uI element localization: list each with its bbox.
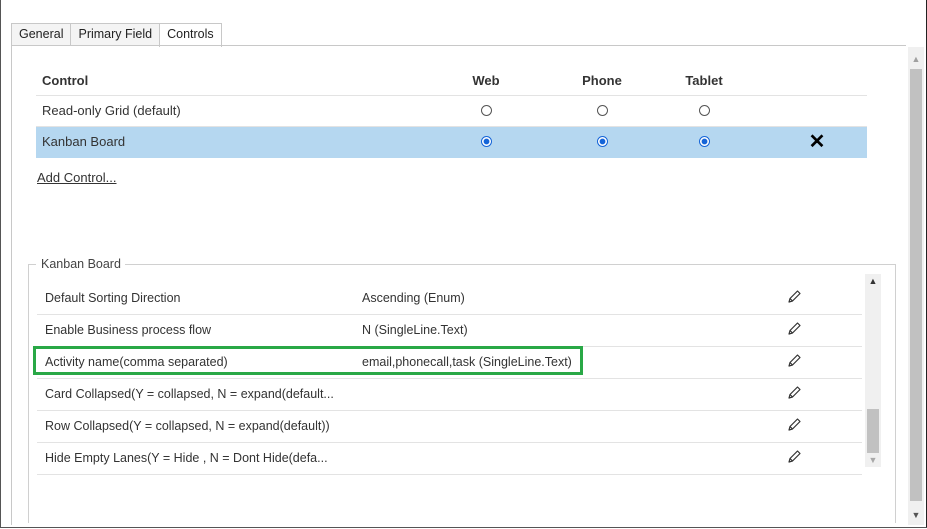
scroll-down-icon[interactable]: ▼ [908,507,924,523]
close-icon[interactable]: ✕ [807,127,827,157]
tab-controls[interactable]: Controls [159,23,222,47]
column-header-phone: Phone [582,73,622,88]
highlight-box [33,346,583,375]
property-row[interactable]: Default Sorting Direction Ascending (Enu… [37,283,862,315]
phone-radio[interactable] [596,105,608,117]
property-row[interactable]: Hide Empty Lanes(Y = Hide , N = Dont Hid… [37,443,862,475]
controls-table: Control Web Phone Tablet Read-only Grid … [36,71,867,158]
tab-bar: General Primary Field Controls [11,23,222,47]
property-value: N (SingleLine.Text) [362,323,468,337]
property-name: Hide Empty Lanes(Y = Hide , N = Dont Hid… [45,451,328,465]
property-name: Card Collapsed(Y = collapsed, N = expand… [45,387,334,401]
tab-primary-field[interactable]: Primary Field [70,23,161,45]
tablet-radio[interactable] [698,136,710,148]
property-row[interactable]: Card Collapsed(Y = collapsed, N = expand… [37,379,862,411]
content-border [11,45,12,525]
web-radio[interactable] [480,136,492,148]
properties-scrollbar[interactable]: ▲ ▼ [865,274,881,467]
property-name: Row Collapsed(Y = collapsed, N = expand(… [45,419,330,433]
pencil-icon[interactable] [786,315,802,345]
property-name: Enable Business process flow [45,323,212,337]
tablet-radio[interactable] [698,105,710,117]
column-header-web: Web [472,73,500,88]
pencil-icon[interactable] [786,347,802,377]
add-control-link[interactable]: Add Control... [37,170,117,185]
pencil-icon[interactable] [786,283,802,313]
kanban-properties-legend: Kanban Board [36,257,125,271]
phone-radio[interactable] [596,136,608,148]
scrollbar-thumb[interactable] [867,409,879,453]
tab-general[interactable]: General [11,23,72,45]
pencil-icon[interactable] [786,411,802,441]
property-value: Ascending (Enum) [362,291,465,305]
pencil-icon[interactable] [786,443,802,473]
web-radio[interactable] [480,105,492,117]
column-header-control: Control [42,73,89,88]
property-name: Default Sorting Direction [45,291,181,305]
property-row[interactable]: Row Collapsed(Y = collapsed, N = expand(… [37,411,862,443]
scroll-down-icon[interactable]: ▼ [865,455,881,465]
scroll-up-icon[interactable]: ▲ [865,276,881,286]
page-scrollbar[interactable]: ▲ ▼ [908,47,924,525]
column-header-tablet: Tablet [685,73,723,88]
control-row-readonly-grid[interactable]: Read-only Grid (default) [36,96,867,127]
control-row-kanban-board[interactable]: Kanban Board ✕ [36,127,867,158]
tab-divider [11,45,906,46]
control-name: Kanban Board [42,134,126,149]
scroll-up-icon[interactable]: ▲ [908,51,924,67]
kanban-properties-table: Default Sorting Direction Ascending (Enu… [37,283,862,475]
controls-table-header: Control Web Phone Tablet [36,71,867,96]
control-name: Read-only Grid (default) [42,103,181,118]
pencil-icon[interactable] [786,379,802,409]
scrollbar-thumb[interactable] [910,69,922,501]
property-row[interactable]: Enable Business process flow N (SingleLi… [37,315,862,347]
